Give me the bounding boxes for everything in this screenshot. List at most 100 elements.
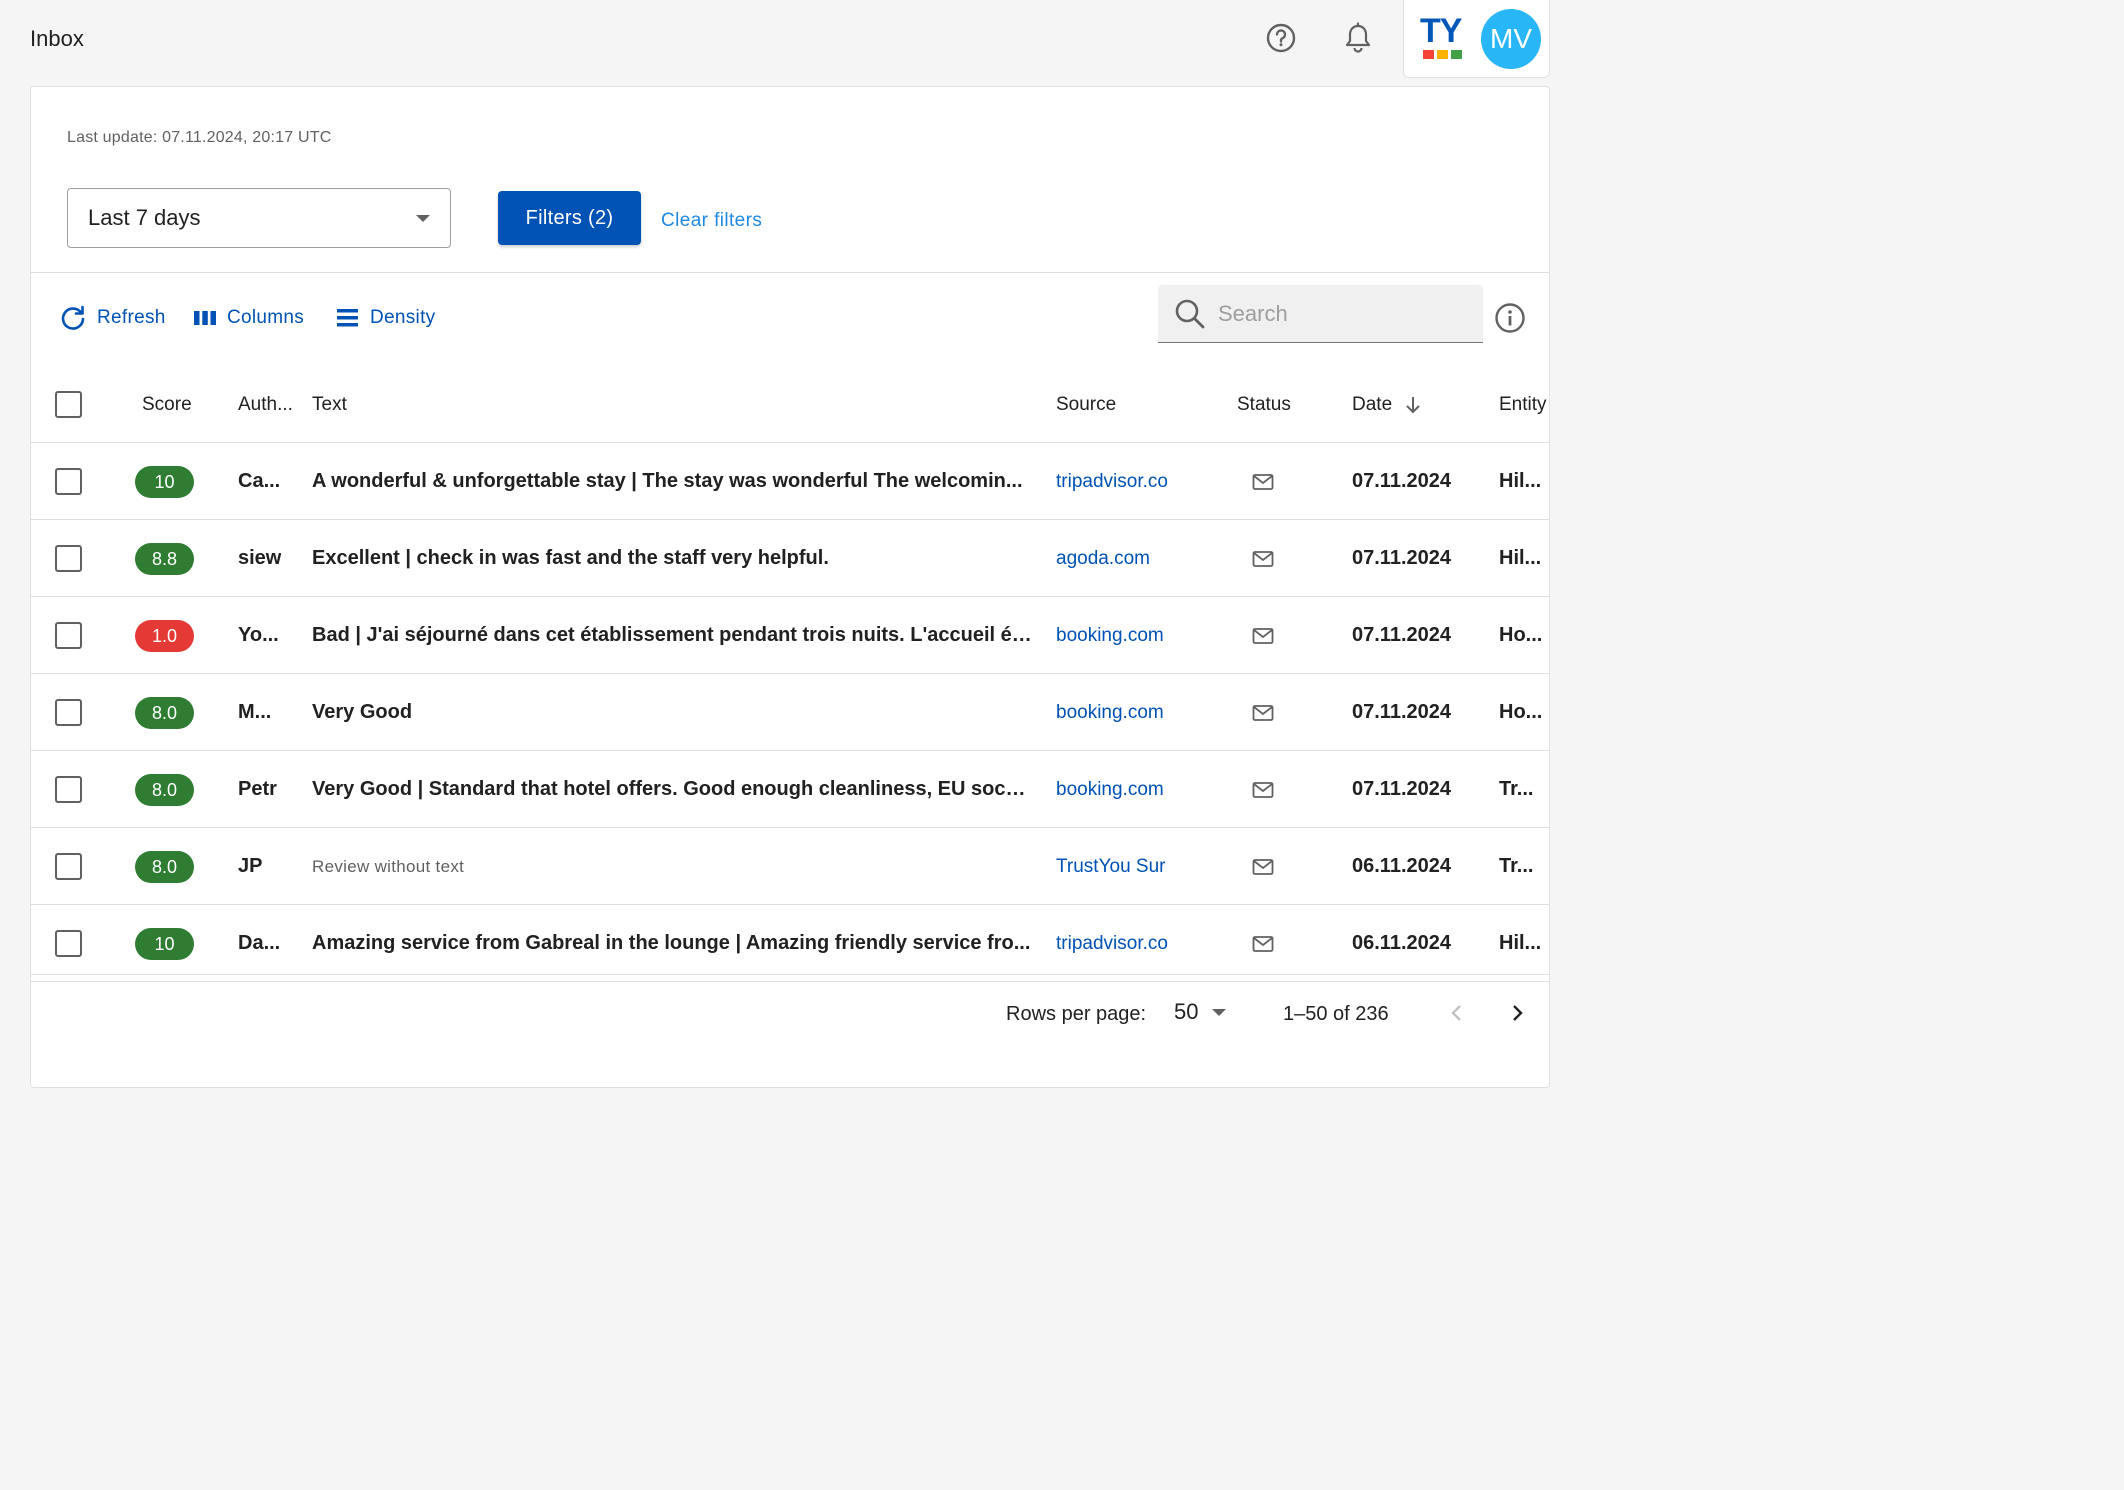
source-link[interactable]: tripadvisor.co <box>1056 443 1174 520</box>
author-cell: Da... <box>238 932 281 954</box>
table-row[interactable]: 1.0 Yo... Bad | J'ai séjourné dans cet éta… <box>31 597 1549 674</box>
review-text-cell[interactable]: Excellent | check in was fast and the st… <box>312 520 1032 597</box>
mail-icon <box>1250 905 1276 982</box>
brand-account-box: TY MV <box>1403 0 1550 78</box>
column-header-date[interactable]: Date <box>1352 367 1422 443</box>
chevron-right-icon <box>1513 1005 1523 1021</box>
row-checkbox[interactable] <box>55 545 82 572</box>
info-icon[interactable] <box>1493 301 1527 335</box>
entity-cell: Tr... <box>1499 778 1534 800</box>
rows-per-page-select[interactable]: 50 <box>1174 999 1227 1025</box>
row-checkbox[interactable] <box>55 776 82 803</box>
mail-icon <box>1250 674 1276 751</box>
density-button[interactable]: Density <box>336 303 435 333</box>
refresh-icon <box>61 305 85 330</box>
review-text-cell[interactable]: Bad | J'ai séjourné dans cet établisseme… <box>312 597 1032 674</box>
row-checkbox[interactable] <box>55 468 82 495</box>
mail-icon <box>1250 828 1276 905</box>
review-text-cell[interactable]: A wonderful & unforgettable stay | The s… <box>312 443 1032 520</box>
search-input[interactable] <box>1218 300 1468 327</box>
sort-descending-icon <box>1406 397 1420 414</box>
source-link[interactable]: agoda.com <box>1056 520 1174 597</box>
user-avatar[interactable]: MV <box>1481 9 1541 69</box>
author-cell: M... <box>238 701 272 723</box>
rows-per-page-label: Rows per page: <box>1006 1003 1147 1025</box>
entity-cell: Ho... <box>1499 701 1543 723</box>
filters-button[interactable]: Filters (2) <box>498 191 641 245</box>
column-header-source[interactable]: Source <box>1056 367 1116 443</box>
source-link[interactable]: booking.com <box>1056 751 1174 828</box>
date-cell: 07.11.2024 <box>1352 701 1451 723</box>
chevron-left-icon <box>1451 1005 1461 1021</box>
column-header-entity[interactable]: Entity <box>1499 367 1547 443</box>
entity-cell: Hil... <box>1499 547 1542 569</box>
source-link[interactable]: TrustYou Sur <box>1056 828 1174 905</box>
date-cell: 07.11.2024 <box>1352 624 1451 646</box>
select-all-checkbox[interactable] <box>55 391 82 418</box>
logo-bar-red <box>1423 50 1434 59</box>
table-row[interactable]: 8.0 Petr Very Good | Standard that hotel o… <box>31 751 1549 828</box>
row-checkbox[interactable] <box>55 699 82 726</box>
previous-page-button[interactable] <box>1441 997 1473 1029</box>
column-header-status[interactable]: Status <box>1237 367 1291 443</box>
column-header-score[interactable]: Score <box>142 367 192 443</box>
density-icon <box>337 309 358 327</box>
table-row[interactable]: 8.0 JP Review without text TrustYou Sur 06.1… <box>31 828 1549 905</box>
entity-cell: Hil... <box>1499 932 1542 954</box>
clear-filters-link[interactable]: Clear filters <box>661 210 762 232</box>
columns-label: Columns <box>227 307 305 328</box>
rows-per-page-value: 50 <box>1174 999 1199 1024</box>
review-text-cell[interactable]: Review without text <box>312 828 1032 905</box>
search-icon <box>1175 299 1205 328</box>
column-header-date-label: Date <box>1352 394 1393 415</box>
table-row[interactable]: 8.0 M... Very Good booking.com 07.11.2024 Ho.… <box>31 674 1549 751</box>
source-link[interactable]: booking.com <box>1056 597 1174 674</box>
bell-icon[interactable] <box>1339 19 1377 57</box>
density-label: Density <box>370 307 436 328</box>
score-badge: 8.8 <box>135 543 194 575</box>
top-bar: Inbox TY MV <box>0 0 1568 78</box>
mail-icon <box>1250 751 1276 828</box>
mail-icon <box>1250 597 1276 674</box>
score-badge: 8.0 <box>135 851 194 883</box>
table-header: Score Auth... Text Source Status Date En… <box>31 367 1549 443</box>
inbox-card: Last update: 07.11.2024, 20:17 UTC Last … <box>30 86 1550 1088</box>
pagination: Rows per page: 50 1–50 of 236 <box>31 975 1549 1051</box>
source-link[interactable]: tripadvisor.co <box>1056 905 1174 982</box>
table-row[interactable]: 10 Da... Amazing service from Gabreal in t… <box>31 905 1549 982</box>
score-badge: 1.0 <box>135 620 194 652</box>
table-row[interactable]: 8.8 siew Excellent | check in was fast and… <box>31 520 1549 597</box>
row-checkbox[interactable] <box>55 622 82 649</box>
row-checkbox[interactable] <box>55 853 82 880</box>
refresh-button[interactable]: Refresh <box>59 303 166 333</box>
entity-cell: Ho... <box>1499 624 1543 646</box>
date-cell: 06.11.2024 <box>1352 932 1451 954</box>
score-badge: 10 <box>135 466 194 498</box>
author-cell: JP <box>238 855 263 877</box>
date-cell: 06.11.2024 <box>1352 855 1451 877</box>
score-badge: 8.0 <box>135 774 194 806</box>
mail-icon <box>1250 520 1276 597</box>
search-field[interactable] <box>1158 285 1483 343</box>
review-text-cell[interactable]: Very Good <box>312 674 1032 751</box>
columns-button[interactable]: Columns <box>193 303 304 333</box>
review-text-cell[interactable]: Very Good | Standard that hotel offers. … <box>312 751 1032 828</box>
refresh-label: Refresh <box>97 307 166 328</box>
last-update-text: Last update: 07.11.2024, 20:17 UTC <box>67 129 332 146</box>
column-header-text[interactable]: Text <box>312 367 347 443</box>
help-circle-icon[interactable] <box>1262 19 1300 57</box>
row-checkbox[interactable] <box>55 930 82 957</box>
source-link[interactable]: booking.com <box>1056 674 1174 751</box>
entity-cell: Tr... <box>1499 855 1534 877</box>
score-badge: 10 <box>135 928 194 960</box>
table-row[interactable]: 10 Ca... A wonderful & unforgettable stay … <box>31 443 1549 520</box>
column-header-author[interactable]: Auth... <box>238 367 293 443</box>
page-title: Inbox <box>30 26 84 51</box>
period-select-value: Last 7 days <box>88 205 201 230</box>
review-text-cell[interactable]: Amazing service from Gabreal in the loun… <box>312 905 1032 982</box>
date-cell: 07.11.2024 <box>1352 778 1451 800</box>
period-select[interactable]: Last 7 days <box>67 188 451 248</box>
next-page-button[interactable] <box>1501 997 1533 1029</box>
mail-icon <box>1250 443 1276 520</box>
author-cell: siew <box>238 547 282 569</box>
